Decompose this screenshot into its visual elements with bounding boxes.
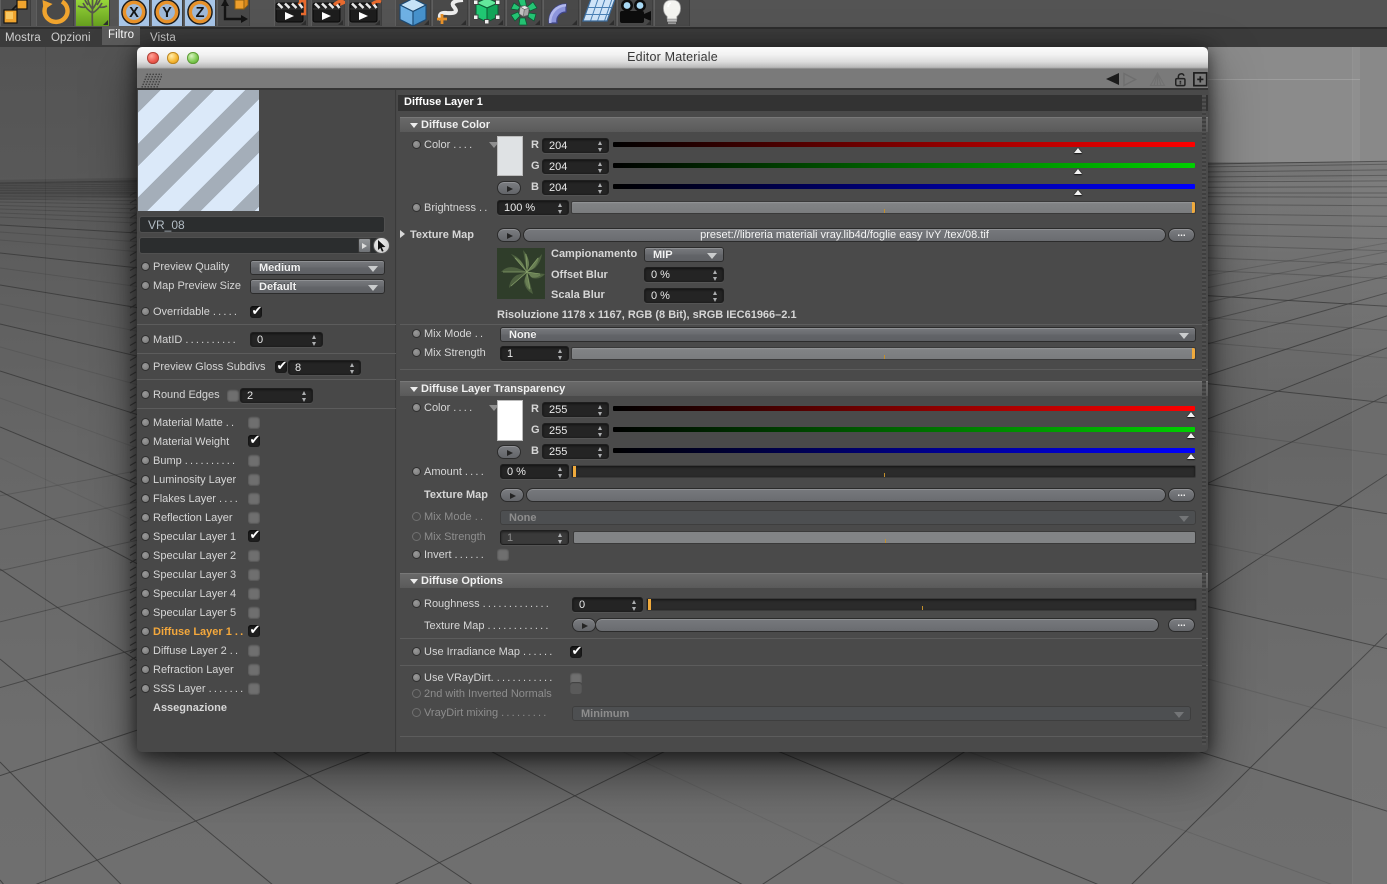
svg-text:X: X [129, 5, 139, 21]
svg-text:Y: Y [162, 5, 172, 21]
svg-text:Z: Z [196, 5, 205, 21]
